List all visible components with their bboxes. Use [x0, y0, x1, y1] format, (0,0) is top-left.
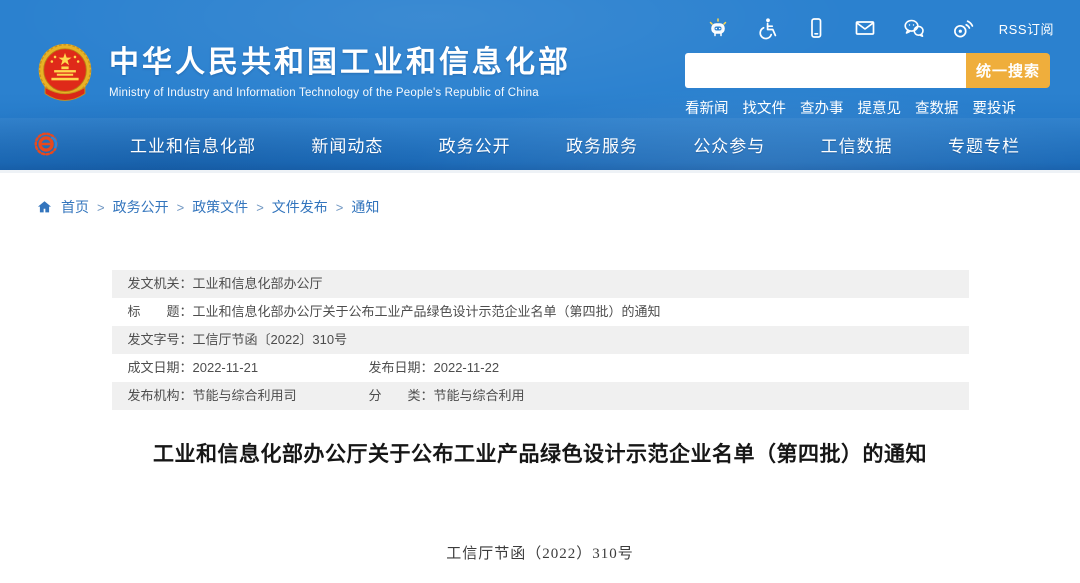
breadcrumb-separator: > [177, 200, 185, 215]
home-icon[interactable] [36, 199, 53, 216]
nav-item-miit[interactable]: 工业和信息化部 [130, 132, 256, 157]
quick-link-services[interactable]: 查办事 [800, 97, 844, 118]
breadcrumb-item-document-release[interactable]: 文件发布 [272, 197, 328, 217]
meta-value: 工业和信息化部办公厅关于公布工业产品绿色设计示范企业名单（第四批）的通知 [193, 304, 661, 319]
quick-links: 看新闻 找文件 查办事 提意见 查数据 要投诉 [685, 97, 1050, 118]
breadcrumb-separator: > [97, 200, 105, 215]
breadcrumb-separator: > [256, 200, 264, 215]
breadcrumb-item-policy-documents[interactable]: 政策文件 [192, 197, 248, 217]
nav-items: 工业和信息化部 新闻动态 政务公开 政务服务 公众参与 工信数据 专题专栏 [62, 132, 1080, 157]
site-subtitle-en: Ministry of Industry and Information Tec… [109, 87, 571, 99]
quick-link-suggestions[interactable]: 提意见 [858, 97, 902, 118]
quick-link-news[interactable]: 看新闻 [685, 97, 729, 118]
weibo-icon[interactable] [950, 15, 976, 41]
search-box: 统一搜索 [685, 53, 1050, 88]
nav-item-public-participation[interactable]: 公众参与 [693, 132, 765, 157]
quick-link-complaints[interactable]: 要投诉 [973, 97, 1017, 118]
meta-label: 成文日期： [128, 360, 193, 375]
miit-gear-logo-icon [32, 129, 62, 159]
unified-search-button[interactable]: 统一搜索 [966, 53, 1050, 88]
breadcrumb-item-notice[interactable]: 通知 [351, 197, 379, 217]
nav-item-gov-disclosure[interactable]: 政务公开 [439, 132, 511, 157]
meta-value: 节能与综合利用司 [193, 388, 297, 403]
meta-value: 工业和信息化部办公厅 [193, 276, 323, 291]
nav-item-gov-services[interactable]: 政务服务 [566, 132, 638, 157]
nav-item-special-topics[interactable]: 专题专栏 [948, 132, 1020, 157]
utility-icon-row: RSS订阅 [705, 15, 1054, 41]
breadcrumb-item-gov-disclosure[interactable]: 政务公开 [113, 197, 169, 217]
nav-item-news[interactable]: 新闻动态 [311, 132, 383, 157]
national-emblem-logo [36, 42, 94, 108]
meta-label: 发文机关： [128, 276, 193, 291]
document-number: 工信厅节函（2022）310号 [0, 542, 1080, 563]
meta-value: 2022-11-22 [434, 360, 500, 375]
mascot-icon[interactable] [705, 15, 731, 41]
mail-icon[interactable] [852, 15, 878, 41]
nav-item-miit-data[interactable]: 工信数据 [821, 132, 893, 157]
site-header: RSS订阅 [0, 0, 1080, 173]
main-nav: 工业和信息化部 新闻动态 政务公开 政务服务 公众参与 工信数据 专题专栏 [0, 118, 1080, 170]
search-area: 统一搜索 看新闻 找文件 查办事 提意见 查数据 要投诉 [685, 53, 1050, 118]
breadcrumb-separator: > [336, 200, 344, 215]
meta-row-dates: 成文日期：2022-11-21 发布日期：2022-11-22 [112, 354, 969, 382]
meta-value: 工信厅节函〔2022〕310号 [193, 332, 348, 347]
site-title: 中华人民共和国工业和信息化部 [109, 46, 571, 80]
quick-link-data[interactable]: 查数据 [915, 97, 959, 118]
document-main: 发文机关：工业和信息化部办公厅 标 题：工业和信息化部办公厅关于公布工业产品绿色… [0, 270, 1080, 563]
breadcrumb-item-home[interactable]: 首页 [61, 197, 89, 217]
document-meta-table: 发文机关：工业和信息化部办公厅 标 题：工业和信息化部办公厅关于公布工业产品绿色… [112, 270, 969, 410]
meta-label: 发文字号： [128, 332, 193, 347]
meta-value: 节能与综合利用 [434, 388, 525, 403]
breadcrumb: 首页 > 政务公开 > 政策文件 > 文件发布 > 通知 [0, 173, 1080, 218]
search-input[interactable] [685, 53, 966, 88]
mobile-icon[interactable] [803, 15, 829, 41]
meta-row-document-number: 发文字号：工信厅节函〔2022〕310号 [112, 326, 969, 354]
meta-row-title: 标 题：工业和信息化部办公厅关于公布工业产品绿色设计示范企业名单（第四批）的通知 [112, 298, 969, 326]
wechat-icon[interactable] [901, 15, 927, 41]
meta-label: 发布机构： [128, 388, 193, 403]
meta-label: 标 题： [128, 304, 193, 319]
accessibility-icon[interactable] [754, 15, 780, 41]
brand: 中华人民共和国工业和信息化部 Ministry of Industry and … [36, 42, 571, 108]
meta-row-issuing-agency: 发文机关：工业和信息化部办公厅 [112, 270, 969, 298]
brand-text: 中华人民共和国工业和信息化部 Ministry of Industry and … [109, 42, 571, 99]
meta-value: 2022-11-21 [193, 360, 259, 375]
page: RSS订阅 [0, 0, 1080, 583]
rss-subscribe-link[interactable]: RSS订阅 [999, 19, 1054, 38]
meta-label: 分 类： [369, 388, 434, 403]
quick-link-documents[interactable]: 找文件 [743, 97, 787, 118]
document-title: 工业和信息化部办公厅关于公布工业产品绿色设计示范企业名单（第四批）的通知 [0, 438, 1080, 468]
meta-label: 发布日期： [369, 360, 434, 375]
meta-row-publisher-category: 发布机构：节能与综合利用司 分 类：节能与综合利用 [112, 382, 969, 410]
